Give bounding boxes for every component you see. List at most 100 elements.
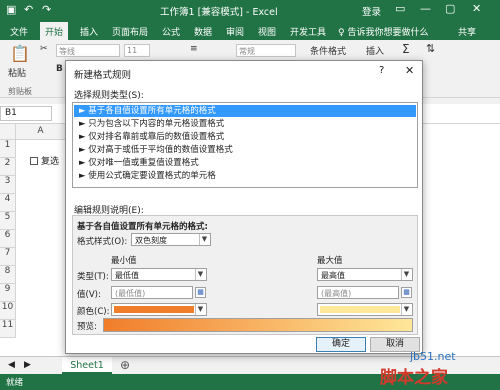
row-header[interactable]: 10 xyxy=(0,302,16,320)
tell-me-search[interactable]: ♀ 告诉我你想要做什么 xyxy=(338,25,428,38)
max-header: 最大值 xyxy=(317,256,343,266)
status-text: 就绪 xyxy=(6,378,24,388)
row-header[interactable]: 7 xyxy=(0,248,16,266)
number-format-combo[interactable]: 常规 xyxy=(236,44,296,57)
tab-view[interactable]: 视图 xyxy=(258,25,276,38)
tab-developer[interactable]: 开发工具 xyxy=(290,25,326,38)
add-sheet-icon[interactable]: ⊕ xyxy=(120,358,130,372)
rule-type-list: ► 基于各自值设置所有单元格的格式 ► 只为包含以下内容的单元格设置格式 ► 仅… xyxy=(72,102,418,188)
max-value-input[interactable]: (最高值) xyxy=(317,286,399,299)
new-format-rule-dialog: 新建格式规则 ? ✕ 选择规则类型(S): ► 基于各自值设置所有单元格的格式 … xyxy=(65,60,423,354)
paste-button[interactable]: 粘贴 xyxy=(8,66,26,79)
chevron-down-icon: ▼ xyxy=(401,304,411,315)
max-type-dropdown[interactable]: 最高值 ▼ xyxy=(317,268,413,281)
tab-review[interactable]: 审阅 xyxy=(226,25,244,38)
chevron-down-icon: ▼ xyxy=(401,269,411,280)
select-all-corner[interactable] xyxy=(0,124,16,140)
min-color-dropdown[interactable]: ▼ xyxy=(111,303,207,316)
format-style-dropdown[interactable]: 双色刻度 ▼ xyxy=(131,233,211,246)
font-size-combo[interactable]: 11 xyxy=(124,44,150,57)
min-type-dropdown[interactable]: 最低值 ▼ xyxy=(111,268,207,281)
watermark-text: 脚本之家 xyxy=(380,368,448,388)
login-link[interactable]: 登录 xyxy=(362,4,381,18)
max-color-dropdown[interactable]: ▼ xyxy=(317,303,413,316)
rule-type-item[interactable]: ► 只为包含以下内容的单元格设置格式 xyxy=(74,118,416,130)
ok-button[interactable]: 确定 xyxy=(316,337,366,352)
maximize-icon[interactable]: ▢ xyxy=(445,2,455,15)
share-button[interactable]: 共享 xyxy=(458,25,476,38)
tab-home[interactable]: 开始 xyxy=(40,22,69,40)
format-style-label: 格式样式(O): xyxy=(77,237,128,247)
autosum-icon[interactable]: Σ xyxy=(402,42,410,56)
undo-icon[interactable]: ↶ xyxy=(24,3,33,16)
max-color-swatch xyxy=(320,306,400,313)
rule-type-item[interactable]: ► 仅对唯一值或重复值设置格式 xyxy=(74,157,416,169)
paste-icon[interactable]: 📋 xyxy=(10,44,30,63)
max-type-value: 最高值 xyxy=(321,271,345,280)
minimize-icon[interactable]: — xyxy=(420,2,431,15)
help-button[interactable]: ? xyxy=(379,65,384,76)
checkbox-box-icon[interactable] xyxy=(30,157,38,165)
chevron-down-icon: ▼ xyxy=(195,269,205,280)
chevron-down-icon: ▼ xyxy=(195,304,205,315)
title-bar: ▣ ↶ ↷ 工作簿1 [兼容模式] - Excel 登录 ▭ — ▢ ✕ xyxy=(0,0,500,22)
prev-sheet-icon[interactable]: ◀ xyxy=(8,360,15,370)
insert-cells-button[interactable]: 插入 xyxy=(366,44,384,57)
sheet-tab-sheet1[interactable]: Sheet1 xyxy=(62,357,112,374)
row-header[interactable]: 6 xyxy=(0,230,16,248)
edit-heading: 基于各自值设置所有单元格的格式: xyxy=(77,222,208,232)
redo-icon[interactable]: ↷ xyxy=(42,3,51,16)
preview-gradient xyxy=(103,318,413,332)
save-icon[interactable]: ▣ xyxy=(6,3,16,16)
min-header: 最小值 xyxy=(111,256,137,266)
tab-data[interactable]: 数据 xyxy=(194,25,212,38)
tab-page-layout[interactable]: 页面布局 xyxy=(112,25,148,38)
tab-file[interactable]: 文件 xyxy=(10,25,28,38)
row-header[interactable]: 1 xyxy=(0,140,16,158)
row-header[interactable]: 3 xyxy=(0,176,16,194)
row-header[interactable]: 4 xyxy=(0,194,16,212)
checkbox-control[interactable]: 复选 xyxy=(30,154,59,167)
align-icon[interactable]: ≡ xyxy=(190,44,198,54)
color-label: 颜色(C): xyxy=(77,307,110,317)
min-type-value: 最低值 xyxy=(115,271,139,280)
window-title: 工作簿1 [兼容模式] - Excel xyxy=(160,7,278,18)
row-header[interactable]: 2 xyxy=(0,158,16,176)
watermark-url: jb51.net xyxy=(410,350,456,363)
range-picker-icon[interactable]: ▦ xyxy=(401,287,412,298)
dialog-close-button[interactable]: ✕ xyxy=(405,64,414,77)
row-header[interactable]: 5 xyxy=(0,212,16,230)
next-sheet-icon[interactable]: ▶ xyxy=(24,360,31,370)
preview-label: 预览: xyxy=(77,322,97,332)
rule-type-item[interactable]: ► 仅对排名靠前或靠后的数值设置格式 xyxy=(74,131,416,143)
select-rule-type-label: 选择规则类型(S): xyxy=(74,91,144,101)
checkbox-label: 复选 xyxy=(41,157,60,167)
name-box[interactable]: B1 xyxy=(0,106,52,121)
rule-type-item[interactable]: ► 使用公式确定要设置格式的单元格 xyxy=(74,170,416,182)
type-label: 类型(T): xyxy=(77,272,109,282)
row-header[interactable]: 9 xyxy=(0,284,16,302)
row-header[interactable]: 11 xyxy=(0,320,16,338)
cut-icon[interactable]: ✂ xyxy=(40,44,48,54)
font-name-combo[interactable]: 等线 xyxy=(56,44,120,57)
clipboard-group-label: 剪贴板 xyxy=(8,87,32,96)
format-style-value: 双色刻度 xyxy=(135,236,167,245)
dialog-title: 新建格式规则 xyxy=(74,70,132,81)
tab-insert[interactable]: 插入 xyxy=(80,25,98,38)
row-header[interactable]: 8 xyxy=(0,266,16,284)
min-color-swatch xyxy=(114,306,194,313)
bold-icon[interactable]: B xyxy=(56,64,63,74)
conditional-format-button[interactable]: 条件格式 xyxy=(310,44,346,57)
rule-type-item[interactable]: ► 基于各自值设置所有单元格的格式 xyxy=(74,105,416,117)
ribbon-display-icon[interactable]: ▭ xyxy=(395,2,405,15)
rule-type-item[interactable]: ► 仅对高于或低于平均值的数值设置格式 xyxy=(74,144,416,156)
value-label: 值(V): xyxy=(77,290,101,300)
chevron-down-icon: ▼ xyxy=(199,234,209,245)
min-value-input[interactable]: (最低值) xyxy=(111,286,193,299)
edit-rule-panel: 基于各自值设置所有单元格的格式: 格式样式(O): 双色刻度 ▼ 最小值 最大值… xyxy=(72,215,418,335)
range-picker-icon[interactable]: ▦ xyxy=(195,287,206,298)
close-window-icon[interactable]: ✕ xyxy=(472,2,481,15)
column-header-a[interactable]: A xyxy=(16,124,66,140)
tab-formulas[interactable]: 公式 xyxy=(162,25,180,38)
sort-filter-icon[interactable]: ⇅ xyxy=(426,42,435,55)
